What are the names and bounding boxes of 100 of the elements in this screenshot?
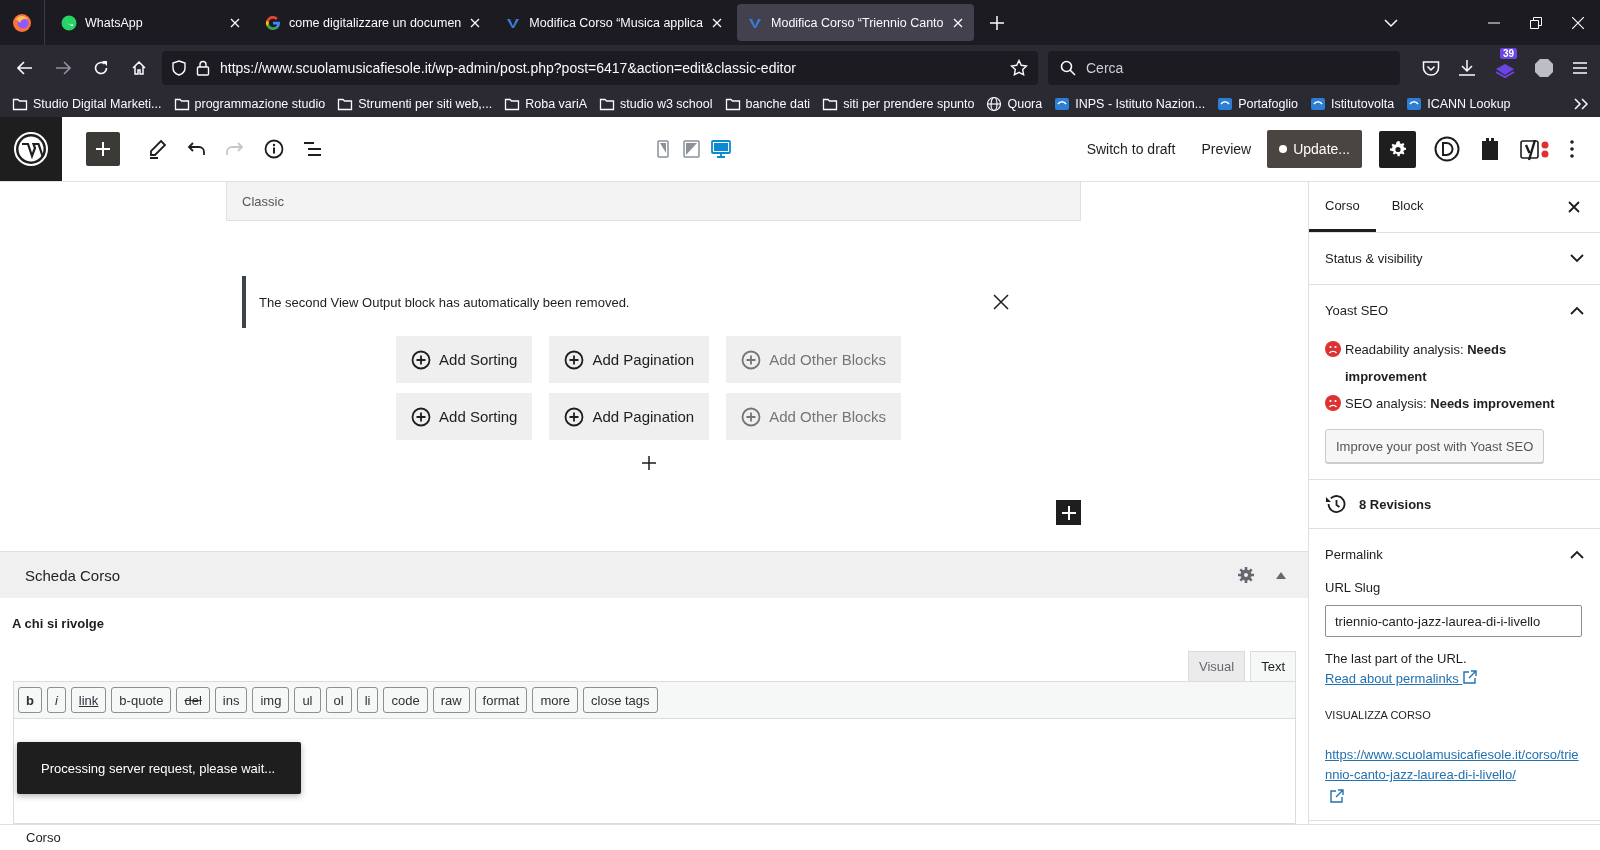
back-arrow-icon[interactable] (17, 60, 33, 75)
circled-d-icon[interactable] (1434, 136, 1460, 162)
chevron-up-icon[interactable] (1570, 306, 1584, 315)
text-editor-field[interactable] (13, 719, 1296, 824)
update-button[interactable]: Update... (1267, 130, 1362, 168)
bookmark[interactable]: studio w3 school (599, 96, 713, 111)
bookmark[interactable]: programmazione studio (173, 96, 326, 111)
bookmark[interactable]: Studio Digital Marketi... (12, 96, 162, 111)
bookmark[interactable]: Quora (986, 95, 1043, 112)
switch-to-draft-button[interactable]: Switch to draft (1080, 133, 1182, 165)
settings-button[interactable] (1379, 130, 1416, 168)
sidebar-tab[interactable]: Corso (1309, 182, 1376, 232)
star-icon[interactable] (1010, 58, 1028, 77)
yoast-icon[interactable] (1520, 137, 1550, 161)
quicktag-button[interactable]: more (532, 687, 579, 713)
clipboard-block-icon[interactable] (1480, 137, 1500, 161)
pocket-icon[interactable] (1422, 59, 1440, 76)
address-bar[interactable]: https://www.scuolamusicafiesole.it/wp-admin/post.php?post=6417&action=edit&classic-editor (162, 50, 1038, 85)
list-view-icon[interactable] (303, 141, 323, 157)
plus-circle-icon (741, 406, 762, 427)
restore-icon[interactable] (1530, 16, 1542, 29)
sidebar-tab[interactable]: Block (1375, 182, 1440, 232)
url-slug-field[interactable]: triennio-canto-jazz-laurea-di-i-livello (1325, 605, 1582, 637)
bookmark[interactable]: siti per prendere spunto (822, 96, 975, 111)
firefox-logo-icon[interactable] (12, 12, 32, 33)
quicktag-button[interactable]: b-quote (111, 687, 172, 713)
quicktag-button[interactable]: ins (214, 687, 248, 713)
add-block-button[interactable]: Add Pagination (549, 393, 710, 440)
collapse-arrow-icon[interactable] (1276, 571, 1286, 579)
panel-title[interactable]: Status & visibility (1325, 251, 1423, 266)
google-g-icon (265, 14, 281, 31)
add-block-button[interactable]: Add Pagination (549, 336, 710, 383)
quicktag-button[interactable]: del (176, 687, 210, 713)
more-options-icon[interactable] (1570, 140, 1574, 158)
quicktag-button[interactable]: ul (294, 687, 321, 713)
block-title: Classic (226, 182, 1081, 221)
breadcrumb-link[interactable]: Corso (26, 830, 61, 845)
editor-tab[interactable]: Text (1250, 651, 1296, 681)
notification-badge: 39 (1500, 47, 1518, 59)
quicktag-button[interactable]: i (46, 687, 66, 713)
editor-tab[interactable]: Visual (1187, 651, 1246, 681)
browser-tab[interactable]: Modifica Corso “Musica applica (495, 4, 733, 41)
pencil-icon[interactable] (147, 139, 167, 159)
browser-tab[interactable]: WhatsApp (51, 4, 251, 41)
undo-icon[interactable] (186, 140, 206, 158)
home-icon[interactable] (131, 59, 147, 76)
url-text: https://www.scuolamusicafiesole.it/wp-admin/post.php?post=6417&action=edit&classic-editor (220, 59, 797, 76)
yoast-button[interactable]: Improve your post with Yoast SEO (1325, 429, 1545, 463)
browser-tab[interactable]: Modifica Corso “Triennio Canto (737, 4, 974, 41)
close-icon[interactable] (993, 294, 1009, 310)
bookmark[interactable]: Roba variA (504, 96, 588, 111)
tablet-preview-icon[interactable] (683, 140, 703, 158)
bookmark[interactable]: Strumenti per siti web,... (337, 96, 493, 111)
quicktag-button[interactable]: b (18, 687, 42, 713)
stop-sign-icon[interactable] (1534, 57, 1554, 78)
quicktag-button[interactable]: img (252, 687, 290, 713)
add-block-button[interactable]: Add Sorting (396, 336, 533, 383)
add-block-button[interactable] (1056, 500, 1081, 525)
chevron-down-icon[interactable] (1570, 254, 1584, 263)
folder-icon (12, 96, 28, 111)
chevron-up-icon[interactable] (1570, 550, 1584, 559)
panel-title[interactable]: Yoast SEO (1325, 303, 1389, 318)
globe-icon (986, 95, 1003, 112)
add-block-icon[interactable] (641, 456, 656, 470)
bookmark[interactable]: banche dati (724, 96, 811, 111)
quicktag-button[interactable]: ol (325, 687, 352, 713)
info-icon[interactable] (264, 139, 284, 159)
close-icon[interactable] (1568, 201, 1580, 213)
quicktag-button[interactable]: li (356, 687, 379, 713)
quicktag-button[interactable]: format (474, 687, 528, 713)
quicktag-button[interactable]: close tags (583, 687, 658, 713)
quicktag-button[interactable]: raw (432, 687, 470, 713)
add-block-button[interactable]: Add Sorting (396, 393, 533, 440)
new-tab-icon[interactable] (989, 15, 1004, 30)
bookmark[interactable]: Istitutovolta (1309, 95, 1395, 112)
minimize-icon[interactable] (1488, 21, 1500, 24)
chevron-double-right-icon[interactable] (1574, 97, 1588, 110)
search-field[interactable]: Cerca (1048, 50, 1400, 85)
external-link-icon[interactable] (1329, 789, 1344, 804)
reload-icon[interactable] (93, 59, 109, 76)
close-icon[interactable] (469, 16, 482, 29)
add-block-button[interactable] (86, 132, 120, 166)
menu-icon[interactable] (1572, 60, 1588, 75)
wordpress-logo-icon[interactable] (13, 131, 49, 167)
panel-title[interactable]: Permalink (1325, 547, 1383, 562)
revisions-link[interactable]: 8 Revisions (1309, 480, 1600, 528)
browser-tab[interactable]: come digitalizzare un documen (255, 4, 492, 41)
permalinks-link[interactable]: Read about permalinks (1325, 671, 1478, 686)
preview-button[interactable]: Preview (1195, 133, 1258, 165)
course-link[interactable]: https://www.scuolamusicafiesole.it/corso/triennio-canto-jazz-laurea-di-i-livello/ (1325, 745, 1584, 785)
shield-icon (172, 59, 186, 76)
bookmark[interactable]: Portafoglio (1217, 95, 1298, 112)
plus-circle-icon (564, 349, 585, 370)
download-icon[interactable] (1458, 58, 1476, 77)
settings-icon[interactable] (1238, 567, 1254, 583)
bookmark[interactable]: ICANN Lookup (1406, 95, 1511, 112)
quicktag-button[interactable]: code (383, 687, 428, 713)
bookmark[interactable]: INPS - Istituto Nazion... (1054, 95, 1206, 112)
quicktag-button[interactable]: link (70, 687, 107, 713)
desktop-preview-icon[interactable] (711, 140, 731, 158)
